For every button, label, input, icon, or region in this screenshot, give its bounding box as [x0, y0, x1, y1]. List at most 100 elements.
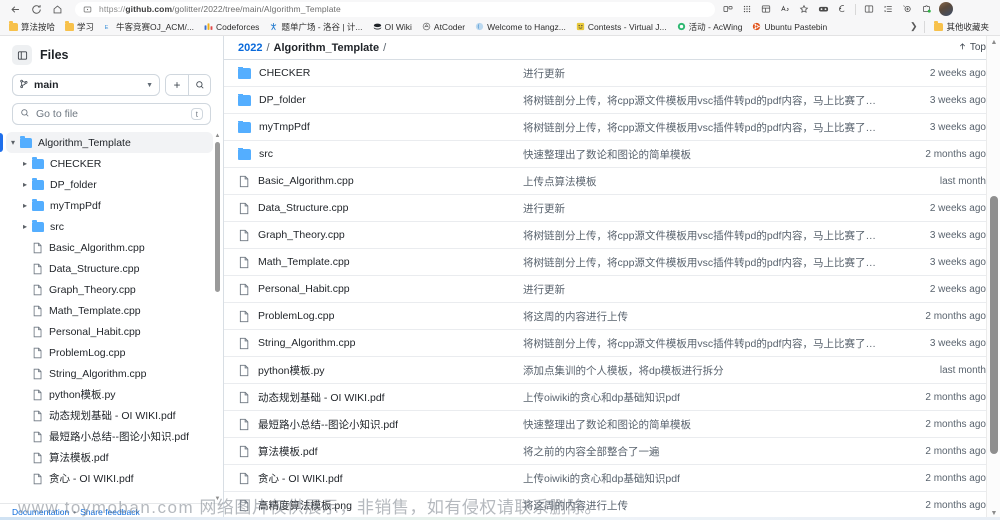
tree-item-file[interactable]: Graph_Theory.cpp: [6, 279, 213, 300]
file-row[interactable]: 动态规划基础 - OI WIKI.pdf 上传oiwiki的贪心和dp基础知识pd…: [224, 384, 1000, 411]
file-name-cell[interactable]: 贪心 - OI WIKI.pdf: [238, 471, 523, 486]
chevron-right-icon[interactable]: ❯: [907, 21, 921, 32]
file-name-cell[interactable]: Math_Template.cpp: [238, 256, 523, 269]
vertical-tabs-icon[interactable]: [879, 1, 897, 17]
favorite-star-icon[interactable]: [795, 1, 813, 17]
add-file-button[interactable]: [166, 75, 188, 95]
file-row[interactable]: python模板.py 添加点集训的个人模板，将dp模板进行拆分 last mont…: [224, 357, 1000, 384]
commit-message[interactable]: 上传oiwiki的贪心和dp基础知识pdf: [523, 390, 900, 405]
branch-selector[interactable]: main ▼: [12, 74, 160, 96]
file-name-cell[interactable]: Personal_Habit.cpp: [238, 283, 523, 296]
commit-message[interactable]: 将这周的内容进行上传: [523, 309, 900, 324]
tree-item-folder[interactable]: ▸ CHECKER: [6, 153, 213, 174]
apps-grid-icon[interactable]: [738, 1, 756, 17]
file-name-cell[interactable]: Data_Structure.cpp: [238, 202, 523, 215]
tree-item-file[interactable]: String_Algorithm.cpp: [6, 363, 213, 384]
reload-icon[interactable]: [27, 1, 46, 17]
file-name-cell[interactable]: DP_folder: [238, 94, 523, 106]
file-row[interactable]: Basic_Algorithm.cpp 上传点算法模板 last month: [224, 168, 1000, 195]
file-name-cell[interactable]: Basic_Algorithm.cpp: [238, 175, 523, 188]
commit-message[interactable]: 将这周的内容进行上传: [523, 498, 900, 513]
chevron-down-icon[interactable]: ▾: [6, 138, 20, 147]
bookmark-item[interactable]: Welcome to Hangz...: [470, 19, 571, 34]
file-row[interactable]: Personal_Habit.cpp 进行更新 2 weeks ago: [224, 276, 1000, 303]
bookmark-item[interactable]: E 牛客竞赛OJ_ACM/...: [99, 19, 199, 34]
file-name-cell[interactable]: 高精度算法模板.png: [238, 498, 523, 513]
file-name-cell[interactable]: Graph_Theory.cpp: [238, 229, 523, 242]
bookmark-item[interactable]: Codeforces: [199, 19, 264, 34]
file-row[interactable]: 最短路小总结--图论小知识.pdf 快速整理出了数论和图论的简单模板 2 month…: [224, 411, 1000, 438]
scroll-up-arrow-icon[interactable]: ▲: [987, 36, 1000, 49]
bookmark-item[interactable]: 活动 - AcWing: [672, 19, 748, 34]
tree-item-file[interactable]: 算法模板.pdf: [6, 447, 213, 468]
chevron-right-icon[interactable]: ▸: [18, 180, 32, 189]
file-name-cell[interactable]: 算法模板.pdf: [238, 444, 523, 459]
bookmark-other-folder[interactable]: 其他收藏夹: [929, 19, 994, 34]
breadcrumb-repo-link[interactable]: 2022: [238, 42, 262, 54]
bookmark-item[interactable]: 学习: [60, 19, 99, 34]
file-row[interactable]: String_Algorithm.cpp 将树链剖分上传，将cpp源文件模板用vs…: [224, 330, 1000, 357]
commit-message[interactable]: 将之前的内容全部整合了一遍: [523, 444, 900, 459]
file-name-cell[interactable]: 动态规划基础 - OI WIKI.pdf: [238, 390, 523, 405]
page-scroll-thumb[interactable]: [990, 196, 998, 454]
commit-message[interactable]: 进行更新: [523, 282, 900, 297]
split-view-icon[interactable]: [860, 1, 878, 17]
extensions-icon[interactable]: [917, 1, 935, 17]
bookmark-item[interactable]: 题单广场 - 洛谷 | 计...: [264, 19, 367, 34]
commit-message[interactable]: 上传点算法模板: [523, 174, 900, 189]
chevron-right-icon[interactable]: ▸: [18, 201, 32, 210]
bookmark-item[interactable]: 算法按哈: [4, 19, 60, 34]
file-name-cell[interactable]: 最短路小总结--图论小知识.pdf: [238, 417, 523, 432]
tree-item-folder[interactable]: ▾ Algorithm_Template: [0, 132, 213, 153]
file-row[interactable]: CHECKER 进行更新 2 weeks ago: [224, 60, 1000, 87]
share-feedback-link[interactable]: Share feedback: [80, 507, 140, 517]
scroll-up-arrow-icon[interactable]: ▲: [214, 132, 221, 140]
scroll-to-top-link[interactable]: Top: [958, 42, 986, 54]
page-scrollbar[interactable]: ▲ ▼: [986, 36, 1000, 520]
commit-message[interactable]: 进行更新: [523, 201, 900, 216]
file-row[interactable]: Data_Structure.cpp 进行更新 2 weeks ago: [224, 195, 1000, 222]
tree-item-file[interactable]: 最短路小总结--图论小知识.pdf: [6, 426, 213, 447]
documentation-link[interactable]: Documentation: [12, 507, 69, 517]
file-name-cell[interactable]: python模板.py: [238, 363, 523, 378]
back-arrow-icon[interactable]: [6, 1, 25, 17]
tree-item-file[interactable]: ProblemLog.cpp: [6, 342, 213, 363]
tree-item-folder[interactable]: ▸ DP_folder: [6, 174, 213, 195]
file-row[interactable]: ProblemLog.cpp 将这周的内容进行上传 2 months ago: [224, 303, 1000, 330]
file-name-cell[interactable]: src: [238, 148, 523, 160]
browser-essentials-icon[interactable]: [757, 1, 775, 17]
commit-message[interactable]: 添加点集训的个人模板，将dp模板进行拆分: [523, 363, 900, 378]
commit-message[interactable]: 进行更新: [523, 66, 900, 81]
copilot-icon[interactable]: [833, 1, 851, 17]
file-name-cell[interactable]: CHECKER: [238, 67, 523, 79]
bookmark-item[interactable]: Contests - Virtual J...: [571, 19, 672, 34]
tree-item-file[interactable]: 贪心 - OI WIKI.pdf: [6, 468, 213, 489]
chevron-right-icon[interactable]: ▸: [18, 159, 32, 168]
sidebar-toggle-icon[interactable]: [12, 45, 32, 65]
address-bar[interactable]: https://github.com/golitter/2022/tree/ma…: [75, 1, 715, 17]
tree-item-file[interactable]: Personal_Habit.cpp: [6, 321, 213, 342]
file-tree-scrollbar[interactable]: ▲ ▼: [214, 132, 221, 503]
tree-item-folder[interactable]: ▸ myTmpPdf: [6, 195, 213, 216]
split-screen-icon[interactable]: [719, 1, 737, 17]
file-name-cell[interactable]: ProblemLog.cpp: [238, 310, 523, 323]
page-info-icon[interactable]: [81, 4, 94, 15]
home-icon[interactable]: [48, 1, 67, 17]
bookmark-item[interactable]: AtCoder: [417, 19, 470, 34]
file-row[interactable]: Math_Template.cpp 将树链剖分上传，将cpp源文件模板用vsc插件…: [224, 249, 1000, 276]
go-to-file-input[interactable]: Go to file t: [12, 103, 211, 125]
tree-item-file[interactable]: 动态规划基础 - OI WIKI.pdf: [6, 405, 213, 426]
file-tree-scroll-thumb[interactable]: [215, 142, 220, 292]
bookmark-item[interactable]: OI Wiki: [368, 19, 417, 34]
file-row[interactable]: DP_folder 将树链剖分上传，将cpp源文件模板用vsc插件转pd的pdf内…: [224, 87, 1000, 114]
commit-message[interactable]: 快速整理出了数论和图论的简单模板: [523, 417, 900, 432]
avatar[interactable]: [939, 2, 953, 16]
commit-message[interactable]: 将树链剖分上传，将cpp源文件模板用vsc插件转pd的pdf内容，马上比赛了，希…: [523, 336, 900, 351]
file-row[interactable]: src 快速整理出了数论和图论的简单模板 2 months ago: [224, 141, 1000, 168]
tree-item-file[interactable]: python模板.py: [6, 384, 213, 405]
search-icon[interactable]: [188, 75, 210, 95]
commit-message[interactable]: 将树链剖分上传，将cpp源文件模板用vsc插件转pd的pdf内容，马上比赛了，希…: [523, 120, 900, 135]
commit-message[interactable]: 快速整理出了数论和图论的简单模板: [523, 147, 900, 162]
tree-item-file[interactable]: Basic_Algorithm.cpp: [6, 237, 213, 258]
scroll-down-arrow-icon[interactable]: ▼: [214, 495, 221, 503]
